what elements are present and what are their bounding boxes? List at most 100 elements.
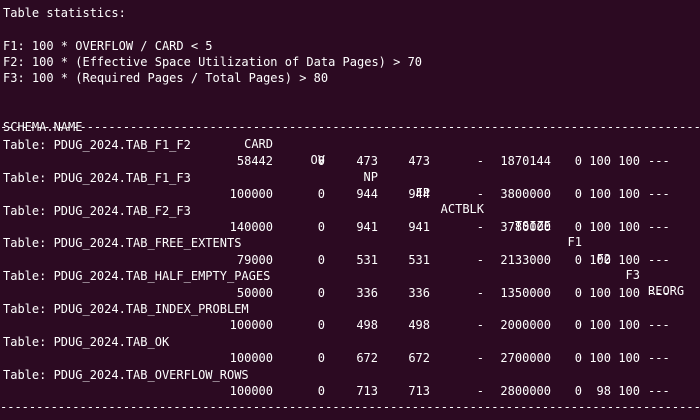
cell-actblk: - bbox=[476, 220, 484, 234]
cell-f2: 100 bbox=[589, 154, 611, 169]
cell-ov: 0 bbox=[317, 318, 325, 333]
legend-f3: F3: 100 * (Required Pages / Total Pages)… bbox=[3, 71, 329, 85]
cell-f2: 100 bbox=[589, 220, 611, 234]
cell-f2: 100 bbox=[589, 187, 611, 202]
table-row-name: Table: PDUG_2024.TAB_F2_F3 bbox=[3, 203, 191, 218]
cell-f2: 100 bbox=[589, 252, 611, 267]
cell-actblk: - bbox=[476, 252, 484, 267]
cell-f3: 100 bbox=[618, 351, 640, 366]
cell-np: 336 bbox=[356, 285, 378, 300]
cell-fp: 944 bbox=[408, 187, 430, 202]
table-row-values: 50000 0 336 336 - 1350000 0 100 100 --- bbox=[0, 285, 700, 301]
cell-f1: 0 bbox=[574, 252, 582, 267]
cell-fp: 713 bbox=[408, 384, 430, 398]
separator-bottom: ----------------------------------------… bbox=[0, 400, 700, 414]
table-row-name: Table: PDUG_2024.TAB_INDEX_PROBLEM bbox=[3, 302, 249, 316]
cell-actblk: - bbox=[476, 187, 484, 202]
cell-f3: 100 bbox=[618, 285, 640, 300]
col-actblk: ACTBLK bbox=[440, 202, 484, 217]
cell-fp: 498 bbox=[408, 318, 430, 333]
cell-f3: 100 bbox=[618, 252, 640, 267]
cell-card: 58442 bbox=[236, 154, 273, 169]
cell-actblk: - bbox=[476, 384, 484, 398]
cell-ov: 0 bbox=[317, 154, 325, 169]
cell-tsize: 3800000 bbox=[500, 187, 551, 202]
cell-ov: 0 bbox=[317, 351, 325, 366]
col-card: CARD bbox=[244, 136, 273, 151]
cell-reorg: --- bbox=[648, 187, 670, 202]
table-row-values: 100000 0 672 672 - 2700000 0 100 100 --- bbox=[0, 350, 700, 366]
cell-actblk: - bbox=[476, 351, 484, 366]
cell-tsize: 2800000 bbox=[500, 384, 551, 398]
cell-ov: 0 bbox=[317, 252, 325, 267]
cell-fp: 672 bbox=[408, 351, 430, 366]
cell-f1: 0 bbox=[574, 318, 582, 333]
cell-reorg: --- bbox=[648, 252, 670, 267]
cell-reorg: --- bbox=[648, 154, 670, 169]
table-row-name: Table: PDUG_2024.TAB_F1_F2 bbox=[3, 138, 191, 152]
table-row-values: 58442 0 473 473 - 1870144 0 100 100 --- bbox=[0, 153, 700, 169]
cell-fp: 941 bbox=[408, 220, 430, 234]
cell-np: 531 bbox=[356, 252, 378, 267]
separator-top: ----------------------------------------… bbox=[0, 120, 700, 134]
cell-f3: 100 bbox=[618, 220, 640, 234]
cell-reorg: --- bbox=[648, 285, 670, 300]
cell-fp: 336 bbox=[408, 285, 430, 300]
table-row-name: Table: PDUG_2024.TAB_FREE_EXTENTS bbox=[3, 236, 242, 251]
table-row-name: Table: PDUG_2024.TAB_OVERFLOW_ROWS bbox=[3, 367, 249, 382]
cell-tsize: 1870144 bbox=[500, 154, 551, 169]
legend-f1: F1: 100 * OVERFLOW / CARD < 5 bbox=[3, 39, 213, 53]
cell-tsize: 3780000 bbox=[500, 220, 551, 234]
cell-f3: 100 bbox=[618, 187, 640, 202]
terminal-window[interactable]: Table statistics: F1: 100 * OVERFLOW / C… bbox=[0, 0, 700, 420]
cell-fp: 473 bbox=[408, 154, 430, 169]
cell-ov: 0 bbox=[317, 220, 325, 234]
cell-f1: 0 bbox=[574, 154, 582, 169]
table-row-name: Table: PDUG_2024.TAB_HALF_EMPTY_PAGES bbox=[3, 269, 271, 284]
cell-tsize: 1350000 bbox=[500, 285, 551, 300]
cell-reorg: --- bbox=[648, 384, 670, 398]
cell-tsize: 2000000 bbox=[500, 318, 551, 333]
cell-f2: 100 bbox=[589, 318, 611, 333]
cell-card: 100000 bbox=[229, 318, 273, 333]
cell-np: 944 bbox=[356, 187, 378, 202]
cell-card: 50000 bbox=[236, 285, 273, 300]
cell-f1: 0 bbox=[574, 351, 582, 366]
cell-ov: 0 bbox=[317, 187, 325, 202]
cell-f2: 100 bbox=[589, 285, 611, 300]
cell-reorg: --- bbox=[648, 351, 670, 366]
table-row-values: 100000 0 498 498 - 2000000 0 100 100 --- bbox=[0, 317, 700, 333]
cell-card: 100000 bbox=[229, 187, 273, 202]
table-row-name: Table: PDUG_2024.TAB_OK bbox=[3, 334, 170, 349]
cell-ov: 0 bbox=[317, 384, 325, 398]
cell-f1: 0 bbox=[574, 285, 582, 300]
cell-card: 140000 bbox=[229, 220, 273, 234]
cell-tsize: 2700000 bbox=[500, 351, 551, 366]
cell-f2: 100 bbox=[589, 351, 611, 366]
legend-f2: F2: 100 * (Effective Space Utilization o… bbox=[3, 55, 423, 69]
cell-reorg: --- bbox=[648, 220, 670, 234]
cell-f2: 98 bbox=[596, 384, 611, 398]
heading: Table statistics: bbox=[3, 6, 126, 20]
cell-actblk: - bbox=[476, 154, 484, 169]
cell-f3: 100 bbox=[618, 154, 640, 169]
cell-fp: 531 bbox=[408, 252, 430, 267]
table-row-values: 100000 0 944 944 - 3800000 0 100 100 --- bbox=[0, 186, 700, 202]
cell-actblk: - bbox=[476, 285, 484, 300]
table-row-values: 79000 0 531 531 - 2133000 0 100 100 --- bbox=[0, 252, 700, 268]
cell-f1: 0 bbox=[574, 187, 582, 202]
col-f3: F3 bbox=[625, 268, 640, 283]
cell-f1: 0 bbox=[574, 220, 582, 234]
cell-np: 941 bbox=[356, 220, 378, 234]
cell-tsize: 2133000 bbox=[500, 252, 551, 267]
cell-f3: 100 bbox=[618, 384, 640, 398]
cell-np: 473 bbox=[356, 154, 378, 169]
cell-card: 79000 bbox=[236, 252, 273, 267]
cell-card: 100000 bbox=[229, 351, 273, 366]
table-row-name: Table: PDUG_2024.TAB_F1_F3 bbox=[3, 170, 191, 185]
column-header-row: SCHEMA.NAME CARD OV NP FP ACTBLK TSIZE F… bbox=[0, 103, 700, 298]
cell-actblk: - bbox=[476, 318, 484, 333]
cell-f1: 0 bbox=[574, 384, 582, 398]
cell-f3: 100 bbox=[618, 318, 640, 333]
col-f1: F1 bbox=[567, 235, 582, 250]
